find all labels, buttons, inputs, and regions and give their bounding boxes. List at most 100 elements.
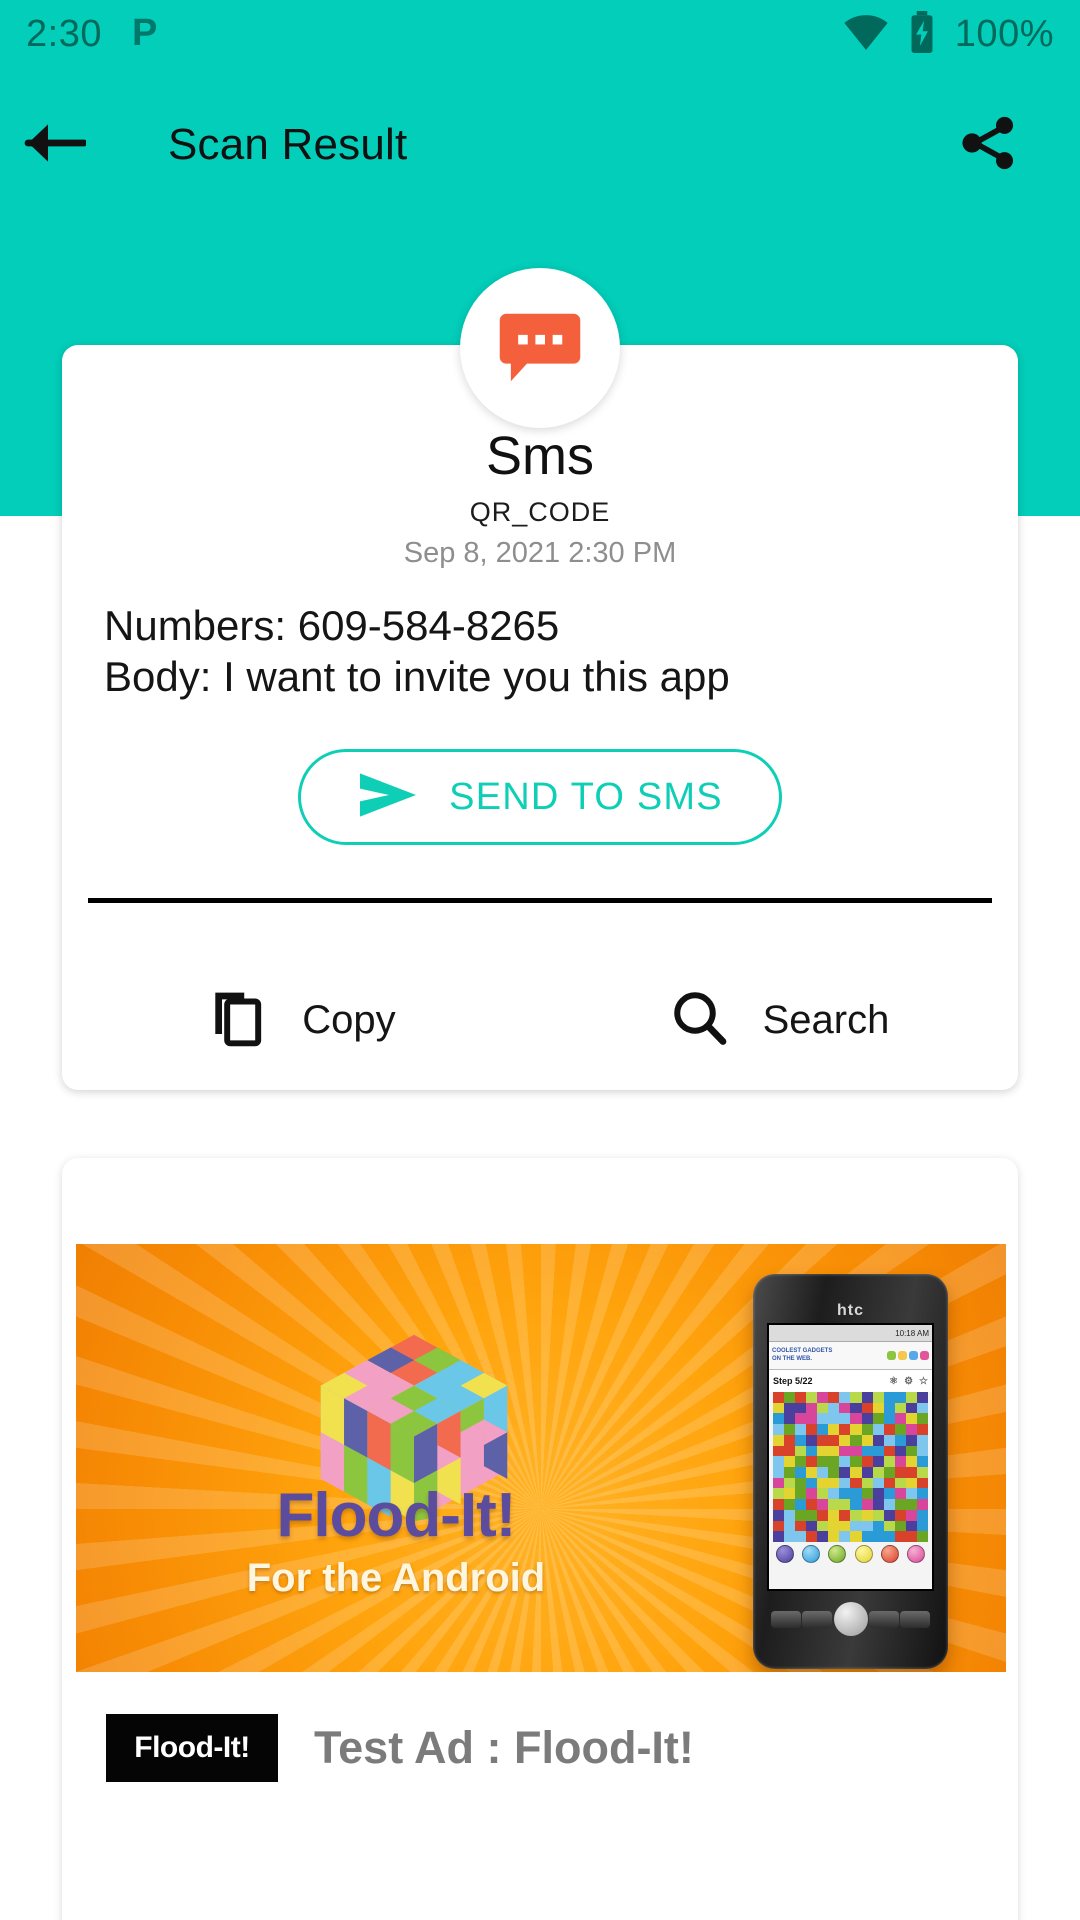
flood-grid-cell — [916, 1445, 928, 1457]
flood-grid-cell — [861, 1467, 873, 1478]
phone-hardware-buttons — [761, 1597, 940, 1641]
flood-grid-cell — [806, 1499, 818, 1510]
flood-grid-cell — [839, 1424, 851, 1435]
ad-card[interactable]: Flood-It! For the Android htc 10:18 AM C… — [62, 1158, 1018, 1920]
flood-grid-cell — [773, 1456, 785, 1467]
flood-grid-cell — [894, 1477, 906, 1489]
flood-grid-cell — [916, 1531, 928, 1542]
flood-grid-cell — [850, 1509, 862, 1521]
flood-grid-cell — [872, 1467, 884, 1478]
phone-status-time: 10:18 AM — [895, 1328, 929, 1338]
ad-banner-image[interactable]: Flood-It! For the Android htc 10:18 AM C… — [76, 1244, 1006, 1672]
flood-grid-cell — [872, 1392, 884, 1403]
ad-footer[interactable]: Flood-It! Test Ad : Flood-It! — [62, 1714, 1018, 1782]
flood-grid-cell — [850, 1445, 862, 1457]
flood-grid-cell — [883, 1499, 895, 1510]
flood-grid-cell — [795, 1434, 807, 1446]
flood-grid-cell — [828, 1509, 840, 1521]
flood-grid-cell — [839, 1509, 851, 1521]
flood-grid-cell — [872, 1445, 884, 1457]
flood-grid-cell — [828, 1467, 840, 1478]
flood-grid-cell — [861, 1488, 873, 1500]
phone-step-label: Step 5/22 — [773, 1376, 813, 1386]
flood-grid-cell — [839, 1467, 851, 1478]
flood-grid-cell — [839, 1392, 851, 1403]
flood-grid-cell — [817, 1531, 829, 1542]
avatar — [460, 268, 620, 428]
flood-grid-cell — [773, 1413, 785, 1425]
copy-label: Copy — [302, 997, 396, 1042]
flood-grid-cell — [806, 1434, 818, 1446]
flood-grid-cell — [916, 1467, 928, 1478]
flood-grid-cell — [916, 1488, 928, 1500]
flood-grid-cell — [883, 1402, 895, 1414]
flood-grid-cell — [773, 1520, 785, 1532]
send-to-sms-button[interactable]: SEND TO SMS — [298, 749, 782, 845]
ad-logo-text: Flood-It! — [134, 1731, 250, 1764]
flood-grid-cell — [795, 1456, 807, 1467]
phone-flood-grid — [773, 1392, 928, 1542]
flood-grid-cell — [784, 1434, 796, 1446]
search-action[interactable]: Search — [540, 950, 1018, 1090]
flood-grid-cell — [861, 1531, 873, 1542]
app-bar: Scan Result — [0, 90, 1080, 200]
back-button[interactable] — [0, 90, 110, 200]
flood-grid-cell — [850, 1520, 862, 1532]
flood-grid-cell — [872, 1520, 884, 1532]
flood-grid-cell — [784, 1488, 796, 1500]
flood-grid-cell — [806, 1402, 818, 1414]
flood-grid-cell — [861, 1424, 873, 1435]
flood-grid-cell — [784, 1531, 796, 1542]
flood-grid-cell — [905, 1402, 917, 1414]
flood-grid-cell — [883, 1392, 895, 1403]
flood-grid-cell — [883, 1467, 895, 1478]
flood-grid-cell — [839, 1456, 851, 1467]
flood-grid-cell — [817, 1392, 829, 1403]
flood-grid-cell — [806, 1509, 818, 1521]
search-label: Search — [762, 997, 890, 1042]
card-divider — [88, 898, 992, 903]
flood-grid-cell — [872, 1477, 884, 1489]
status-clock: 2:30 — [26, 12, 102, 55]
flood-grid-cell — [784, 1499, 796, 1510]
flood-grid-cell — [872, 1531, 884, 1542]
copy-action[interactable]: Copy — [62, 950, 540, 1090]
flood-grid-cell — [839, 1477, 851, 1489]
flood-grid-cell — [828, 1445, 840, 1457]
send-to-sms-label: SEND TO SMS — [449, 775, 723, 818]
phone-color-palette — [769, 1542, 932, 1566]
flood-grid-cell — [883, 1520, 895, 1532]
flood-grid-cell — [784, 1413, 796, 1425]
flood-grid-cell — [894, 1467, 906, 1478]
flood-grid-cell — [828, 1456, 840, 1467]
flood-grid-cell — [839, 1402, 851, 1414]
flood-grid-cell — [850, 1424, 862, 1435]
phone-brand-label: htc — [837, 1302, 864, 1319]
flood-grid-cell — [817, 1456, 829, 1467]
ad-logo: Flood-It! — [106, 1714, 278, 1782]
flood-grid-cell — [916, 1509, 928, 1521]
share-button[interactable] — [938, 95, 1038, 195]
flood-grid-cell — [828, 1477, 840, 1489]
flood-grid-cell — [784, 1456, 796, 1467]
flood-grid-cell — [905, 1424, 917, 1435]
flood-grid-cell — [850, 1413, 862, 1425]
flood-grid-cell — [883, 1445, 895, 1457]
flood-grid-cell — [850, 1434, 862, 1446]
flood-grid-cell — [795, 1392, 807, 1403]
flood-grid-cell — [883, 1413, 895, 1425]
refresh-icon: ⚛ — [889, 1375, 899, 1387]
flood-grid-cell — [806, 1413, 818, 1425]
sms-bubble-icon — [494, 300, 586, 397]
share-icon — [955, 110, 1021, 181]
flood-grid-cell — [784, 1509, 796, 1521]
flood-grid-cell — [872, 1488, 884, 1500]
flood-grid-cell — [817, 1402, 829, 1414]
flood-grid-cell — [828, 1402, 840, 1414]
phone-ad-text: COOLEST GADGETS ON THE WEB. — [772, 1347, 833, 1362]
flood-grid-cell — [872, 1499, 884, 1510]
flood-grid-cell — [795, 1509, 807, 1521]
flood-grid-cell — [828, 1499, 840, 1510]
flood-grid-cell — [916, 1477, 928, 1489]
flood-grid-cell — [828, 1424, 840, 1435]
